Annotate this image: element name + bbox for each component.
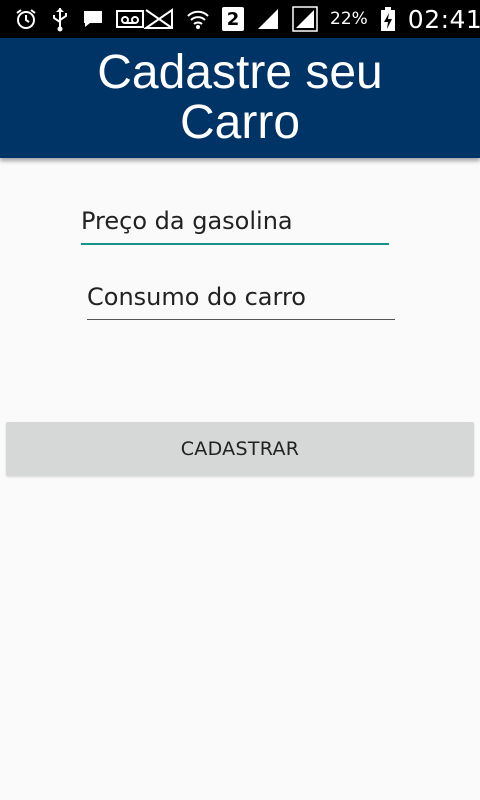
voicemail-icon bbox=[116, 6, 144, 32]
clock: 02:41 bbox=[407, 4, 480, 34]
signal-icon bbox=[256, 6, 280, 32]
gas-price-input[interactable] bbox=[81, 205, 389, 245]
page-title: Cadastre seu Carro bbox=[97, 46, 383, 149]
car-consumption-input[interactable] bbox=[87, 281, 395, 320]
header-banner: Cadastre seu Carro bbox=[0, 38, 480, 158]
signal-icon bbox=[292, 6, 318, 32]
wifi-icon bbox=[186, 6, 210, 32]
no-signal-icon bbox=[144, 6, 174, 32]
usb-icon bbox=[50, 6, 70, 32]
status-bar: 2 22% 02:41 bbox=[0, 0, 480, 38]
message-icon bbox=[82, 6, 104, 32]
status-bar-left bbox=[14, 6, 144, 32]
alarm-icon bbox=[14, 6, 38, 32]
battery-charging-icon bbox=[380, 6, 396, 32]
register-button[interactable]: CADASTRAR bbox=[6, 422, 474, 476]
status-bar-right: 2 22% 02:41 bbox=[144, 5, 480, 34]
sim-2-icon: 2 bbox=[222, 7, 244, 31]
battery-percentage: 22% bbox=[330, 9, 368, 29]
